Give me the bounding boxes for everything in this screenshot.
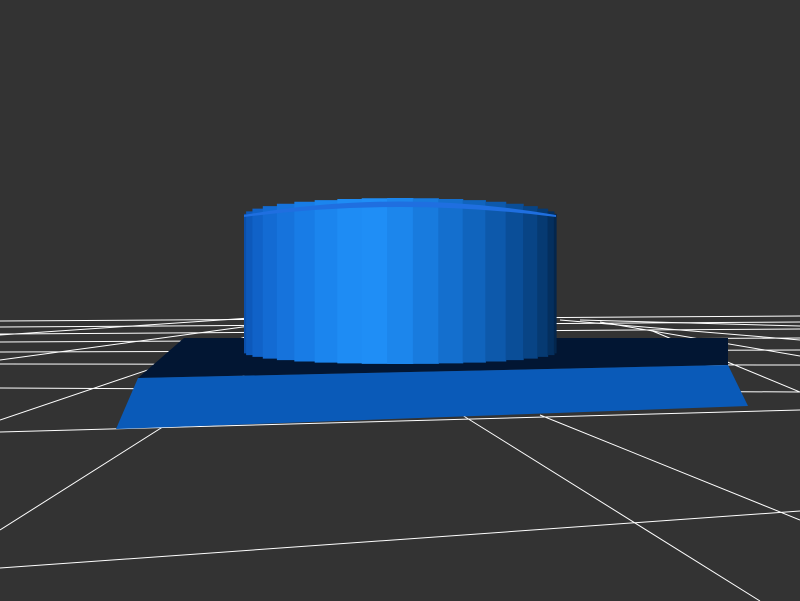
- cylinder-facet: [252, 208, 264, 357]
- cylinder-facet: [553, 213, 557, 354]
- cylinder-facet: [246, 211, 254, 356]
- cylinder-facet: [505, 203, 524, 361]
- cylinder-facet: [314, 200, 338, 363]
- cylinder-facet: [262, 206, 278, 359]
- cylinder-facet: [361, 198, 388, 364]
- cylinder-side-face: [244, 198, 557, 364]
- cylinder-facet: [387, 198, 414, 364]
- cylinder-facet: [523, 206, 538, 359]
- cylinder-facet: [438, 198, 464, 364]
- cylinder-facet: [294, 201, 316, 362]
- cylinder-facet: [412, 198, 439, 364]
- cylinder-facet: [462, 200, 486, 363]
- cylinder-facet: [485, 201, 507, 362]
- cylinder-facet: [537, 208, 549, 357]
- cylinder-facet: [276, 203, 295, 361]
- 3d-scene-canvas[interactable]: [0, 0, 800, 601]
- cylinder-facet: [337, 198, 363, 364]
- cylinder-facet: [547, 211, 555, 356]
- 3d-viewport[interactable]: [0, 0, 800, 601]
